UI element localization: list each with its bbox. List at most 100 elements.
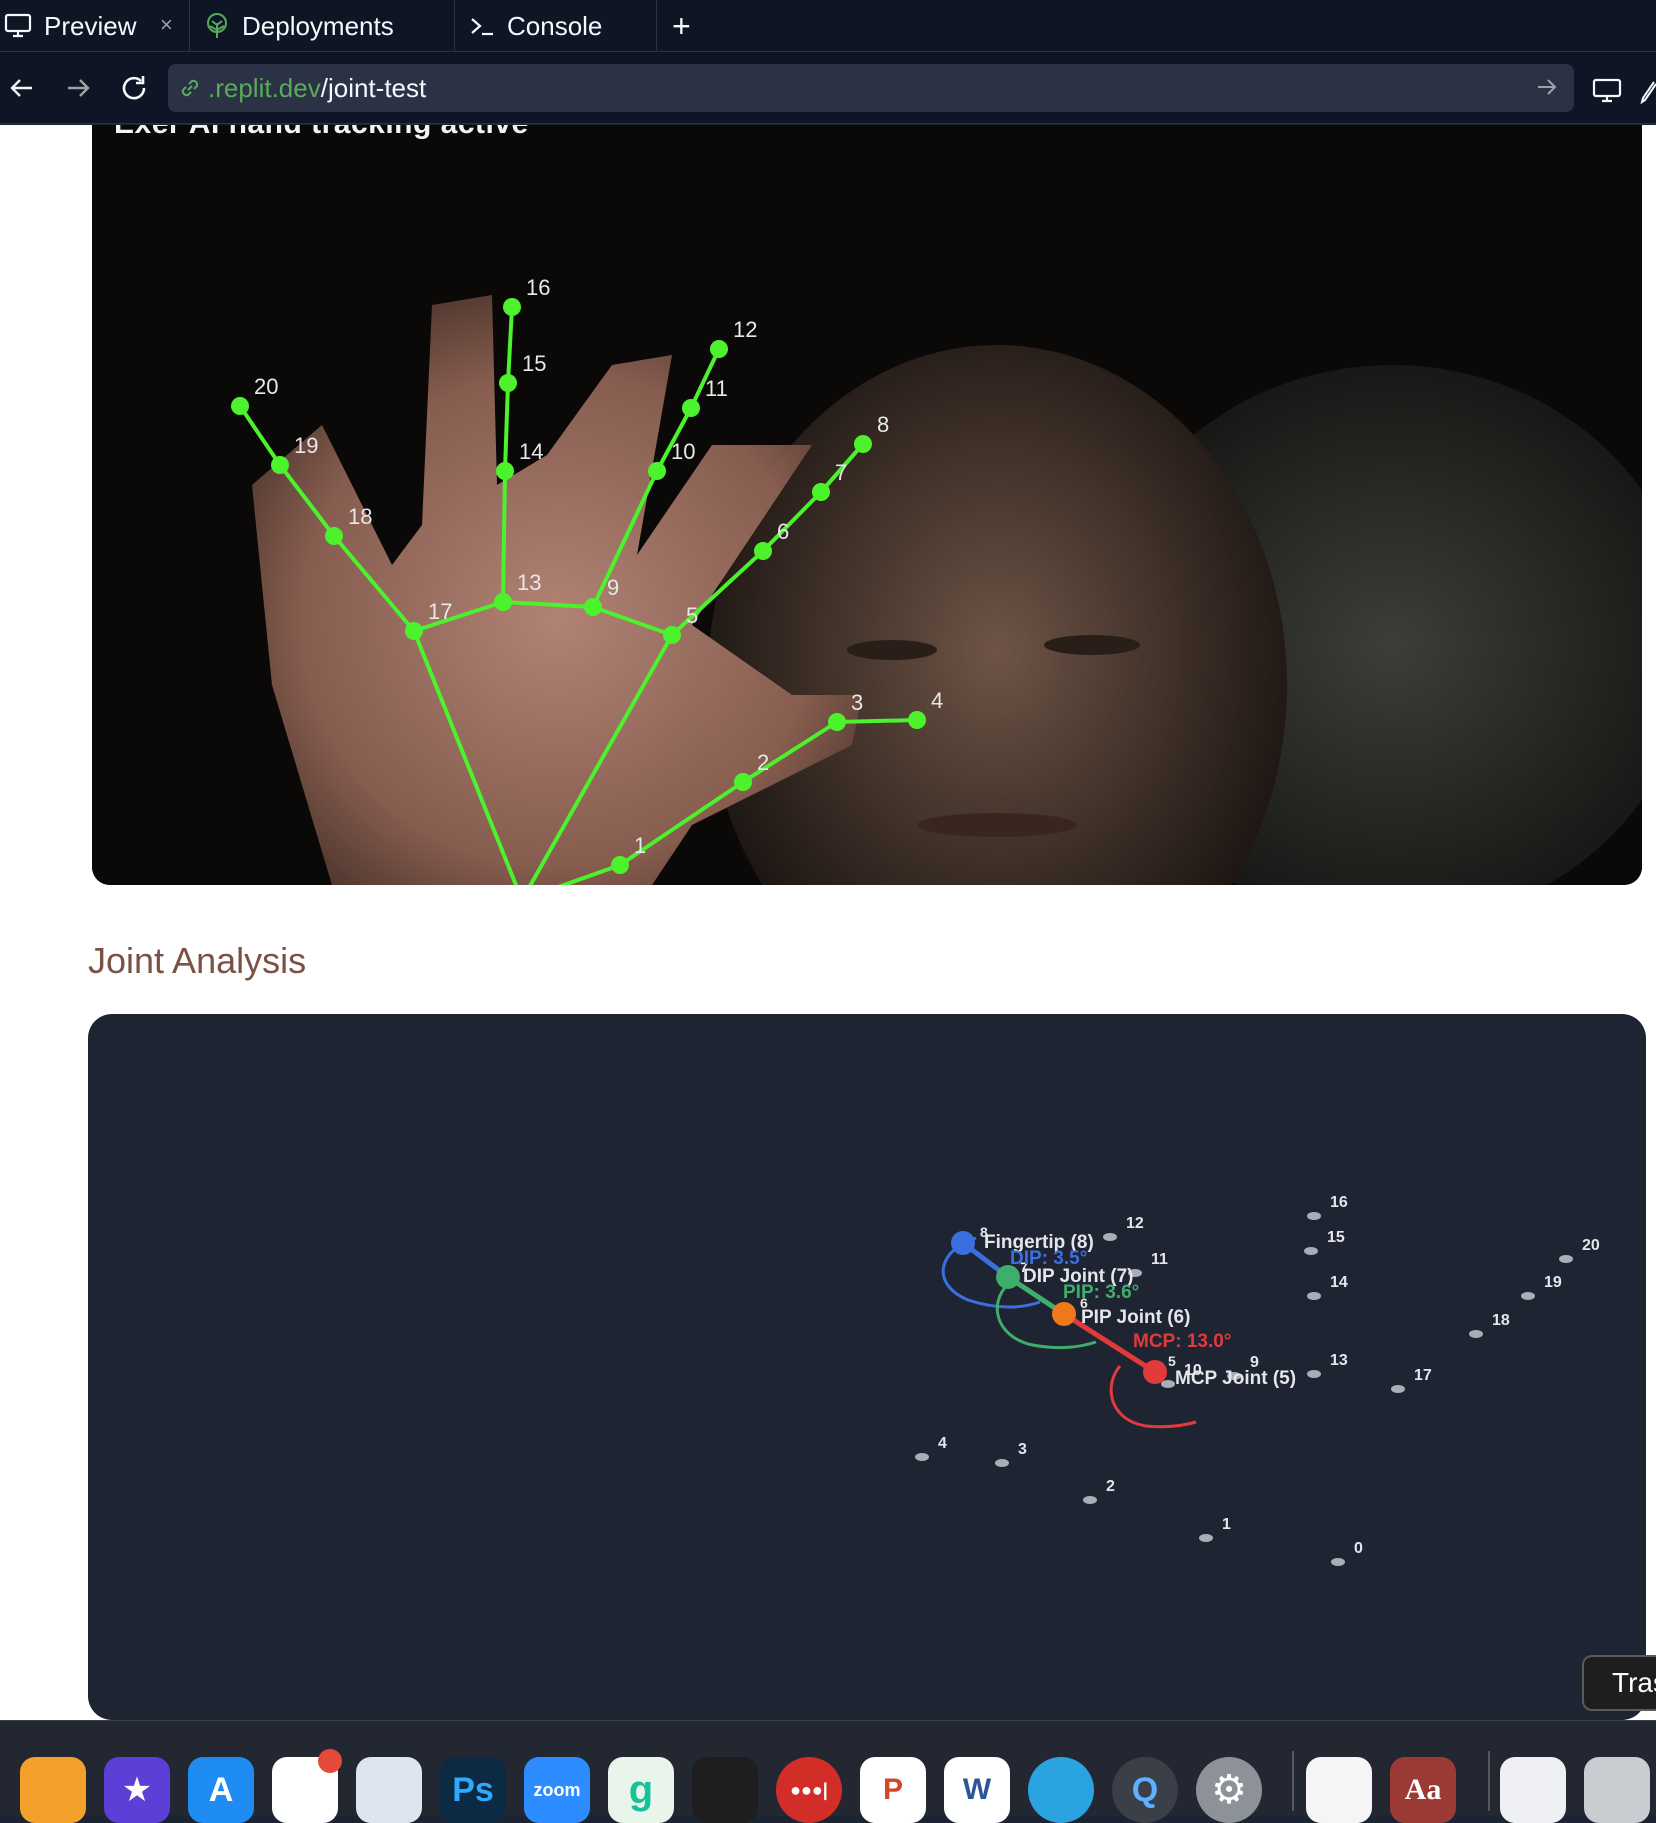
- hand-landmark-point: [231, 397, 249, 415]
- hand-landmark-point: [496, 462, 514, 480]
- landmark-label: 3: [1018, 1441, 1027, 1458]
- dock-powerpoint-icon[interactable]: P: [860, 1757, 926, 1823]
- hand-connection: [591, 470, 659, 608]
- terminal-icon: [469, 15, 495, 37]
- dock-preview-icon[interactable]: [356, 1757, 422, 1823]
- hand-landmark-label: 3: [851, 690, 863, 715]
- landmark-dot: [1307, 1292, 1321, 1300]
- dock-word-icon[interactable]: W: [944, 1757, 1010, 1823]
- tab-console-label: Console: [507, 10, 603, 41]
- landmark-dot: [1307, 1212, 1321, 1220]
- hand-connection: [761, 490, 823, 553]
- dock-zoom-icon[interactable]: zoom: [524, 1757, 590, 1823]
- hand-landmark-label: 15: [522, 351, 546, 376]
- pip-angle-label: PIP: 3.6°: [1063, 1282, 1139, 1303]
- dock-app-store-icon[interactable]: A: [188, 1757, 254, 1823]
- hand-landmark-label: 5: [686, 603, 698, 628]
- reload-button[interactable]: [112, 66, 156, 110]
- landmark-dot: [1083, 1496, 1097, 1504]
- hand-landmark-label: 8: [877, 412, 889, 437]
- hand-connection: [238, 404, 282, 467]
- landmark-label: 12: [1126, 1215, 1144, 1232]
- dock-figma-icon[interactable]: [692, 1757, 758, 1823]
- hand-landmark-point: [828, 713, 846, 731]
- go-arrow-icon[interactable]: [1534, 74, 1560, 105]
- tab-deployments[interactable]: Deployments: [190, 0, 455, 52]
- hand-landmark-point: [648, 462, 666, 480]
- arrow-right-icon: [68, 79, 90, 97]
- hand-landmark-label: 19: [294, 433, 318, 458]
- hand-connection: [412, 630, 519, 885]
- notification-badge: [318, 1749, 342, 1773]
- close-tab-icon[interactable]: ×: [160, 12, 173, 38]
- hand-landmark-point: [325, 527, 343, 545]
- hand-landmark-point: [754, 542, 772, 560]
- pencil-icon[interactable]: [1640, 78, 1656, 109]
- dock-pages-icon[interactable]: [20, 1757, 86, 1823]
- hand-landmark-label: 2: [757, 750, 769, 775]
- dock-dictionary-icon[interactable]: Aa: [1390, 1757, 1456, 1823]
- landmark-dot: [1161, 1380, 1175, 1388]
- hand-connection: [332, 534, 416, 633]
- landmark-label: 17: [1414, 1367, 1432, 1384]
- landmark-label: 15: [1327, 1229, 1345, 1246]
- dock-imovie-icon[interactable]: ★: [104, 1757, 170, 1823]
- landmark-label: 13: [1330, 1352, 1348, 1369]
- hand-connection: [503, 382, 510, 472]
- dock-telegram-icon[interactable]: [1028, 1757, 1094, 1823]
- dock-lastpass-icon[interactable]: ●●●|: [776, 1757, 842, 1823]
- monitor-icon: [4, 13, 32, 39]
- hand-connection: [506, 306, 514, 384]
- tab-preview[interactable]: Preview ×: [0, 0, 190, 52]
- dock-separator: [1488, 1751, 1490, 1811]
- landmark-label: 1: [1222, 1516, 1231, 1533]
- devices-icon[interactable]: [1592, 78, 1622, 109]
- hand-landmark-point: [611, 856, 629, 874]
- hand-connection: [836, 718, 918, 724]
- hand-connection: [278, 463, 336, 538]
- hand-landmark-label: 14: [519, 439, 543, 464]
- landmark-dot: [1199, 1534, 1213, 1542]
- dock-photoshop-icon[interactable]: Ps: [440, 1757, 506, 1823]
- landmark-label: 5: [1168, 1353, 1176, 1369]
- landmark-dot: [1559, 1255, 1573, 1263]
- url-field[interactable]: .replit.dev/joint-test: [168, 64, 1574, 112]
- hand-landmark-label: 9: [607, 575, 619, 600]
- mcp-joint-label: MCP Joint (5): [1175, 1368, 1296, 1389]
- dock-quicktime-icon[interactable]: Q: [1112, 1757, 1178, 1823]
- hand-landmark-label: 12: [733, 317, 757, 342]
- dock-grammarly-icon[interactable]: g: [608, 1757, 674, 1823]
- tab-console[interactable]: Console: [455, 0, 657, 52]
- landmark-label: 2: [1106, 1478, 1115, 1495]
- fingertip-point: [951, 1231, 975, 1255]
- hand-landmark-label: 10: [671, 439, 695, 464]
- dock: ★ A Ps zoom g ●●●| P W Q ⚙ Aa: [0, 1720, 1656, 1823]
- landmark-label: 4: [938, 1435, 947, 1452]
- hand-landmark-point: [854, 435, 872, 453]
- landmark-label: 14: [1330, 1274, 1348, 1291]
- pip-joint-point: [1052, 1302, 1076, 1326]
- landmark-dot: [995, 1459, 1009, 1467]
- hand-landmark-point: [503, 298, 521, 316]
- hand-landmark-label: 16: [526, 275, 550, 300]
- forward-button[interactable]: [56, 66, 100, 110]
- dock-trash-icon[interactable]: [1584, 1757, 1650, 1823]
- new-tab-button[interactable]: +: [672, 6, 691, 46]
- landmark-dot: [1469, 1330, 1483, 1338]
- dock-textedit-icon[interactable]: [1306, 1757, 1372, 1823]
- arrow-left-icon: [10, 79, 32, 97]
- url-path: /joint-test: [320, 72, 427, 103]
- webcam-feed: 1234567891011121314151617181920 Exer AI …: [92, 125, 1642, 885]
- hand-landmark-label: 7: [835, 460, 847, 485]
- hand-landmark-label: 11: [705, 376, 728, 401]
- hand-connection: [501, 470, 507, 603]
- hand-landmark-point: [682, 399, 700, 417]
- hand-landmark-point: [584, 598, 602, 616]
- dock-documents-icon[interactable]: [1500, 1757, 1566, 1823]
- trash-tooltip: Tras: [1582, 1655, 1656, 1711]
- address-bar: .replit.dev/joint-test: [0, 52, 1656, 124]
- deployments-icon: [204, 12, 230, 40]
- dock-system-settings-icon[interactable]: ⚙: [1196, 1757, 1262, 1823]
- back-button[interactable]: [0, 66, 44, 110]
- landmark-dot: [1307, 1370, 1321, 1378]
